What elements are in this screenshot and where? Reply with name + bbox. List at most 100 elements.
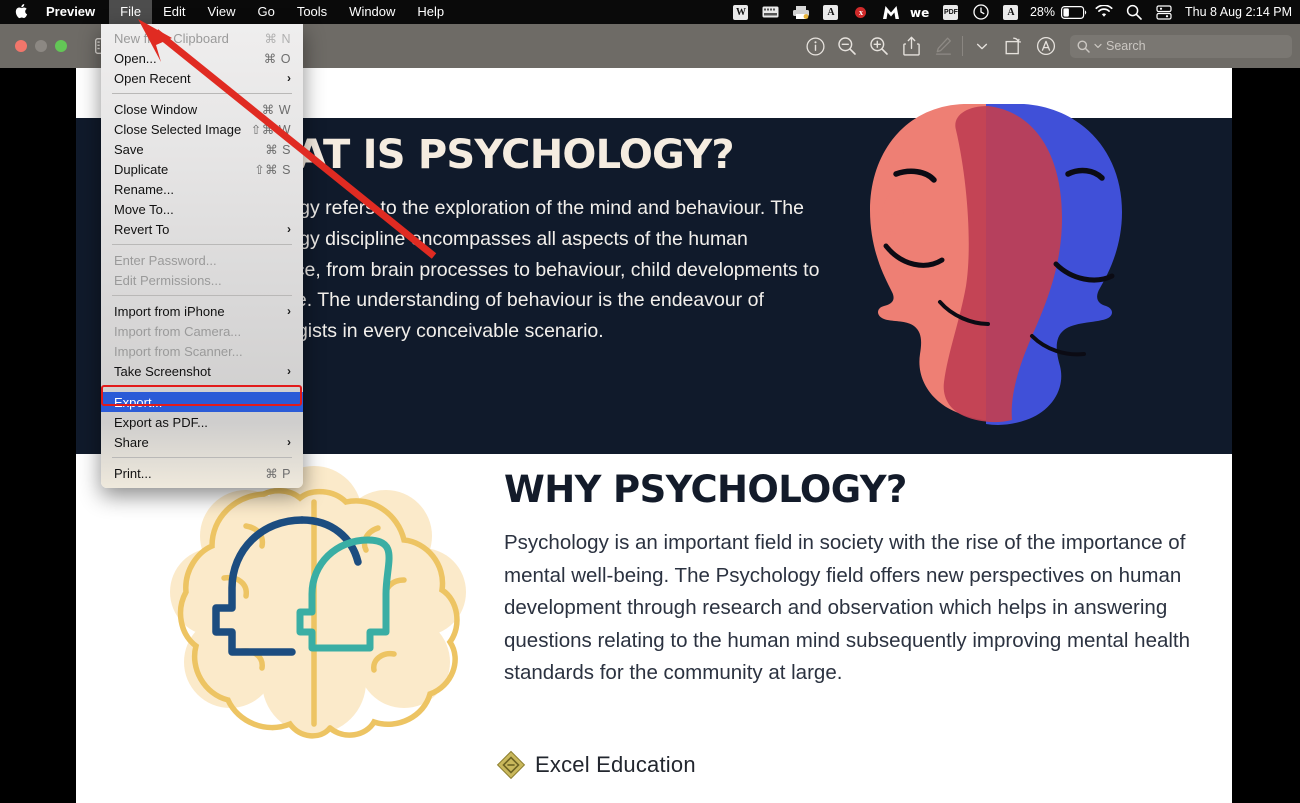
menu-separator (112, 386, 292, 387)
input-source-icon[interactable]: A (996, 0, 1026, 24)
file-menu-item-enter-password: Enter Password... (101, 250, 303, 270)
battery-icon[interactable] (1059, 0, 1089, 24)
rotate-icon[interactable] (998, 31, 1030, 61)
file-menu-item-open-recent[interactable]: Open Recent › (101, 68, 303, 88)
file-menu-item-import-from-scanner: Import from Scanner... (101, 341, 303, 361)
menu-bar-left: Preview File Edit View Go Tools Window H… (0, 0, 455, 24)
file-menu-item-edit-permissions: Edit Permissions... (101, 270, 303, 290)
menu-item-shortcut: ⌘ O (263, 51, 291, 66)
file-menu-item-import-from-iphone[interactable]: Import from iPhone › (101, 301, 303, 321)
submenu-chevron-icon: › (287, 364, 291, 378)
file-menu-item-take-screenshot[interactable]: Take Screenshot › (101, 361, 303, 381)
menu-item-tools[interactable]: Tools (286, 0, 338, 24)
brain-with-two-heads-illustration (170, 466, 466, 739)
share-icon[interactable] (895, 31, 927, 61)
bottom-text-block: WHY PSYCHOLOGY? Psychology is an importa… (504, 468, 1194, 690)
spotlight-search-icon[interactable] (1119, 0, 1149, 24)
file-menu-item-save[interactable]: Save ⌘ S (101, 139, 303, 159)
alert-badge-icon[interactable]: x (846, 0, 876, 24)
menu-item-label: Save (114, 141, 144, 157)
menu-item-file[interactable]: File (109, 0, 153, 24)
menu-item-go[interactable]: Go (246, 0, 285, 24)
menu-item-label: Move To... (114, 201, 174, 217)
time-machine-icon[interactable] (966, 0, 996, 24)
file-menu-item-duplicate[interactable]: Duplicate ⇧⌘ S (101, 159, 303, 179)
search-icon (1077, 40, 1090, 53)
printer-icon[interactable] (786, 0, 816, 24)
top-body-text: Psychology refers to the exploration of … (220, 197, 820, 343)
menu-item-label: Duplicate (114, 161, 169, 177)
window-controls (0, 40, 67, 52)
info-circle-icon[interactable] (799, 31, 831, 61)
canvas-left-margin (0, 68, 76, 803)
file-menu-dropdown[interactable]: New from Clipboard ⌘ N Open... ⌘ O Open Rece… (101, 24, 303, 488)
wetransfer-icon[interactable]: we (906, 0, 936, 24)
svg-text:we: we (910, 6, 929, 19)
menu-item-edit[interactable]: Edit (152, 0, 196, 24)
menu-item-label: Print... (114, 465, 152, 481)
wikipedia-icon[interactable]: W (726, 0, 756, 24)
bottom-body-text: Psychology is an important field in soci… (504, 531, 1191, 684)
apple-logo-icon[interactable] (0, 3, 42, 22)
close-window-button[interactable] (15, 40, 27, 52)
two-face-profiles-illustration (870, 104, 1122, 425)
pdf-icon[interactable]: PDF (936, 0, 966, 24)
file-menu-item-new-from-clipboard: New from Clipboard ⌘ N (101, 28, 303, 48)
top-heading: WHAT IS PSYCHOLOGY? (220, 132, 735, 178)
file-menu-item-close-selected-image[interactable]: Close Selected Image ⇧⌘ W (101, 119, 303, 139)
circle-a-icon[interactable] (1030, 31, 1062, 61)
menu-item-shortcut: ⌘ N (264, 31, 291, 46)
submenu-chevron-icon: › (287, 435, 291, 449)
file-menu-item-print[interactable]: Print... ⌘ P (101, 463, 303, 483)
file-menu-item-rename[interactable]: Rename... (101, 179, 303, 199)
submenu-chevron-icon: › (287, 222, 291, 236)
menu-item-label: Close Selected Image (114, 121, 242, 137)
chevron-down-icon[interactable] (966, 31, 998, 61)
search-placeholder: Search (1106, 39, 1146, 53)
menu-item-label: Open Recent (114, 70, 191, 86)
menu-bar-clock[interactable]: Thu 8 Aug 2:14 PM (1179, 5, 1292, 19)
menu-item-shortcut: ⇧⌘ W (250, 122, 291, 137)
menu-item-view[interactable]: View (197, 0, 247, 24)
menu-separator (112, 244, 292, 245)
menu-item-label: Rename... (114, 181, 174, 197)
file-menu-item-open[interactable]: Open... ⌘ O (101, 48, 303, 68)
toolbar-divider (962, 36, 963, 56)
menu-item-help[interactable]: Help (406, 0, 455, 24)
malwarebytes-icon[interactable] (876, 0, 906, 24)
pen-icon[interactable] (927, 31, 959, 61)
battery-percent-label: 28% (1029, 5, 1055, 19)
menu-item-shortcut: ⇧⌘ S (254, 162, 291, 177)
maximize-window-button[interactable] (55, 40, 67, 52)
control-center-icon[interactable] (1149, 0, 1179, 24)
menu-item-shortcut: ⌘ S (265, 142, 291, 157)
submenu-chevron-icon: › (287, 71, 291, 85)
search-input[interactable]: Search (1070, 34, 1292, 58)
menu-item-window[interactable]: Window (338, 0, 406, 24)
file-menu-item-move-to[interactable]: Move To... (101, 199, 303, 219)
menu-separator (112, 295, 292, 296)
menu-item-label: Export... (114, 394, 163, 410)
minimize-window-button[interactable] (35, 40, 47, 52)
menu-item-preview[interactable]: Preview (42, 0, 109, 24)
menu-item-label: New from Clipboard (114, 30, 229, 46)
menu-item-label: Take Screenshot (114, 363, 211, 379)
menu-item-label: Open... (114, 50, 157, 66)
menu-item-label: Export as PDF... (114, 414, 208, 430)
file-menu-item-export[interactable]: Export... (101, 392, 303, 412)
menu-item-label: Share (114, 434, 149, 450)
file-menu-item-export-as-pdf[interactable]: Export as PDF... (101, 412, 303, 432)
magnifier-minus-icon[interactable] (831, 31, 863, 61)
file-menu-item-close-window[interactable]: Close Window ⌘ W (101, 99, 303, 119)
menu-item-label: Import from iPhone (114, 303, 225, 319)
magnifier-plus-icon[interactable] (863, 31, 895, 61)
file-menu-item-revert-to[interactable]: Revert To › (101, 219, 303, 239)
menu-item-label: Import from Camera... (114, 323, 242, 339)
menu-item-label: Enter Password... (114, 252, 217, 268)
file-menu-item-share[interactable]: Share › (101, 432, 303, 452)
brand-name: Excel Education (535, 752, 696, 777)
wifi-icon[interactable] (1089, 0, 1119, 24)
keyboard-icon[interactable] (756, 0, 786, 24)
brand-logo-row: Excel Education (496, 750, 696, 780)
acrobat-icon[interactable]: A (816, 0, 846, 24)
